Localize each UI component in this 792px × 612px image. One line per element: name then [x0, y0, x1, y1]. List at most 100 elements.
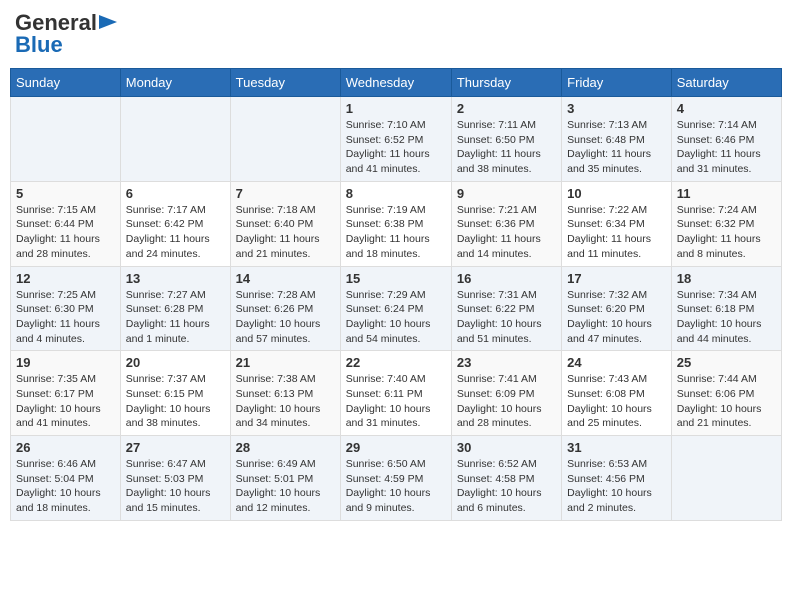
- calendar-day-cell: [230, 97, 340, 182]
- calendar-day-cell: 12 Sunrise: 7:25 AMSunset: 6:30 PMDayligh…: [11, 266, 121, 351]
- calendar-week-row: 26 Sunrise: 6:46 AMSunset: 5:04 PMDayligh…: [11, 436, 782, 521]
- day-info: Sunrise: 7:18 AMSunset: 6:40 PMDaylight:…: [236, 203, 335, 262]
- day-number: 12: [16, 271, 115, 286]
- day-info: Sunrise: 7:32 AMSunset: 6:20 PMDaylight:…: [567, 288, 666, 347]
- day-info: Sunrise: 6:53 AMSunset: 4:56 PMDaylight:…: [567, 457, 666, 516]
- day-info: Sunrise: 7:43 AMSunset: 6:08 PMDaylight:…: [567, 372, 666, 431]
- day-number: 7: [236, 186, 335, 201]
- calendar-header-row: SundayMondayTuesdayWednesdayThursdayFrid…: [11, 69, 782, 97]
- calendar-day-cell: 22 Sunrise: 7:40 AMSunset: 6:11 PMDayligh…: [340, 351, 451, 436]
- page-header: General Blue: [10, 10, 782, 58]
- day-of-week-header: Wednesday: [340, 69, 451, 97]
- calendar-day-cell: [671, 436, 781, 521]
- day-info: Sunrise: 7:25 AMSunset: 6:30 PMDaylight:…: [16, 288, 115, 347]
- day-of-week-header: Tuesday: [230, 69, 340, 97]
- day-number: 30: [457, 440, 556, 455]
- day-number: 8: [346, 186, 446, 201]
- calendar-day-cell: 29 Sunrise: 6:50 AMSunset: 4:59 PMDayligh…: [340, 436, 451, 521]
- day-info: Sunrise: 7:27 AMSunset: 6:28 PMDaylight:…: [126, 288, 225, 347]
- day-info: Sunrise: 6:46 AMSunset: 5:04 PMDaylight:…: [16, 457, 115, 516]
- day-info: Sunrise: 7:19 AMSunset: 6:38 PMDaylight:…: [346, 203, 446, 262]
- day-info: Sunrise: 7:24 AMSunset: 6:32 PMDaylight:…: [677, 203, 776, 262]
- day-info: Sunrise: 7:28 AMSunset: 6:26 PMDaylight:…: [236, 288, 335, 347]
- day-number: 22: [346, 355, 446, 370]
- day-of-week-header: Thursday: [451, 69, 561, 97]
- day-info: Sunrise: 7:14 AMSunset: 6:46 PMDaylight:…: [677, 118, 776, 177]
- day-number: 17: [567, 271, 666, 286]
- day-number: 6: [126, 186, 225, 201]
- day-number: 29: [346, 440, 446, 455]
- calendar-day-cell: 26 Sunrise: 6:46 AMSunset: 5:04 PMDayligh…: [11, 436, 121, 521]
- day-info: Sunrise: 7:37 AMSunset: 6:15 PMDaylight:…: [126, 372, 225, 431]
- calendar-week-row: 12 Sunrise: 7:25 AMSunset: 6:30 PMDayligh…: [11, 266, 782, 351]
- logo-arrow-icon: [99, 13, 117, 31]
- day-number: 2: [457, 101, 556, 116]
- day-info: Sunrise: 7:10 AMSunset: 6:52 PMDaylight:…: [346, 118, 446, 177]
- day-info: Sunrise: 7:17 AMSunset: 6:42 PMDaylight:…: [126, 203, 225, 262]
- day-number: 23: [457, 355, 556, 370]
- calendar-day-cell: 13 Sunrise: 7:27 AMSunset: 6:28 PMDayligh…: [120, 266, 230, 351]
- day-number: 15: [346, 271, 446, 286]
- calendar-day-cell: 16Sunrise: 7:31 AMSunset: 6:22 PMDayligh…: [451, 266, 561, 351]
- day-number: 10: [567, 186, 666, 201]
- day-number: 4: [677, 101, 776, 116]
- calendar-day-cell: 5 Sunrise: 7:15 AMSunset: 6:44 PMDaylight…: [11, 181, 121, 266]
- day-number: 27: [126, 440, 225, 455]
- day-number: 26: [16, 440, 115, 455]
- day-of-week-header: Sunday: [11, 69, 121, 97]
- day-of-week-header: Monday: [120, 69, 230, 97]
- calendar-day-cell: 19 Sunrise: 7:35 AMSunset: 6:17 PMDayligh…: [11, 351, 121, 436]
- calendar-day-cell: 23 Sunrise: 7:41 AMSunset: 6:09 PMDayligh…: [451, 351, 561, 436]
- calendar-week-row: 19 Sunrise: 7:35 AMSunset: 6:17 PMDayligh…: [11, 351, 782, 436]
- calendar-day-cell: [120, 97, 230, 182]
- calendar-day-cell: 1Sunrise: 7:10 AMSunset: 6:52 PMDaylight…: [340, 97, 451, 182]
- calendar-week-row: 1Sunrise: 7:10 AMSunset: 6:52 PMDaylight…: [11, 97, 782, 182]
- day-number: 13: [126, 271, 225, 286]
- calendar-day-cell: 10 Sunrise: 7:22 AMSunset: 6:34 PMDayligh…: [562, 181, 672, 266]
- calendar-day-cell: 30Sunrise: 6:52 AMSunset: 4:58 PMDayligh…: [451, 436, 561, 521]
- calendar-day-cell: 3 Sunrise: 7:13 AMSunset: 6:48 PMDaylight…: [562, 97, 672, 182]
- calendar-day-cell: 25Sunrise: 7:44 AMSunset: 6:06 PMDayligh…: [671, 351, 781, 436]
- day-info: Sunrise: 6:50 AMSunset: 4:59 PMDaylight:…: [346, 457, 446, 516]
- day-info: Sunrise: 7:40 AMSunset: 6:11 PMDaylight:…: [346, 372, 446, 431]
- day-info: Sunrise: 7:21 AMSunset: 6:36 PMDaylight:…: [457, 203, 556, 262]
- day-number: 16: [457, 271, 556, 286]
- day-info: Sunrise: 7:41 AMSunset: 6:09 PMDaylight:…: [457, 372, 556, 431]
- calendar-day-cell: 11Sunrise: 7:24 AMSunset: 6:32 PMDayligh…: [671, 181, 781, 266]
- calendar-day-cell: 14Sunrise: 7:28 AMSunset: 6:26 PMDayligh…: [230, 266, 340, 351]
- day-number: 5: [16, 186, 115, 201]
- day-info: Sunrise: 7:22 AMSunset: 6:34 PMDaylight:…: [567, 203, 666, 262]
- day-number: 9: [457, 186, 556, 201]
- day-info: Sunrise: 7:15 AMSunset: 6:44 PMDaylight:…: [16, 203, 115, 262]
- calendar-table: SundayMondayTuesdayWednesdayThursdayFrid…: [10, 68, 782, 521]
- calendar-week-row: 5 Sunrise: 7:15 AMSunset: 6:44 PMDaylight…: [11, 181, 782, 266]
- day-of-week-header: Saturday: [671, 69, 781, 97]
- calendar-day-cell: 6 Sunrise: 7:17 AMSunset: 6:42 PMDaylight…: [120, 181, 230, 266]
- day-info: Sunrise: 7:13 AMSunset: 6:48 PMDaylight:…: [567, 118, 666, 177]
- day-of-week-header: Friday: [562, 69, 672, 97]
- calendar-day-cell: 18Sunrise: 7:34 AMSunset: 6:18 PMDayligh…: [671, 266, 781, 351]
- logo: General Blue: [15, 10, 117, 58]
- day-info: Sunrise: 7:29 AMSunset: 6:24 PMDaylight:…: [346, 288, 446, 347]
- calendar-day-cell: 31 Sunrise: 6:53 AMSunset: 4:56 PMDayligh…: [562, 436, 672, 521]
- calendar-day-cell: 7 Sunrise: 7:18 AMSunset: 6:40 PMDaylight…: [230, 181, 340, 266]
- day-number: 19: [16, 355, 115, 370]
- calendar-day-cell: 21Sunrise: 7:38 AMSunset: 6:13 PMDayligh…: [230, 351, 340, 436]
- calendar-day-cell: 2Sunrise: 7:11 AMSunset: 6:50 PMDaylight…: [451, 97, 561, 182]
- day-number: 18: [677, 271, 776, 286]
- day-info: Sunrise: 7:44 AMSunset: 6:06 PMDaylight:…: [677, 372, 776, 431]
- day-number: 3: [567, 101, 666, 116]
- logo-blue: Blue: [15, 32, 63, 58]
- day-number: 31: [567, 440, 666, 455]
- day-info: Sunrise: 7:35 AMSunset: 6:17 PMDaylight:…: [16, 372, 115, 431]
- calendar-day-cell: 15 Sunrise: 7:29 AMSunset: 6:24 PMDayligh…: [340, 266, 451, 351]
- day-info: Sunrise: 7:38 AMSunset: 6:13 PMDaylight:…: [236, 372, 335, 431]
- calendar-day-cell: [11, 97, 121, 182]
- calendar-day-cell: 17 Sunrise: 7:32 AMSunset: 6:20 PMDayligh…: [562, 266, 672, 351]
- day-info: Sunrise: 6:47 AMSunset: 5:03 PMDaylight:…: [126, 457, 225, 516]
- calendar-day-cell: 24 Sunrise: 7:43 AMSunset: 6:08 PMDayligh…: [562, 351, 672, 436]
- day-number: 24: [567, 355, 666, 370]
- calendar-day-cell: 4 Sunrise: 7:14 AMSunset: 6:46 PMDaylight…: [671, 97, 781, 182]
- calendar-day-cell: 20Sunrise: 7:37 AMSunset: 6:15 PMDayligh…: [120, 351, 230, 436]
- calendar-day-cell: 9 Sunrise: 7:21 AMSunset: 6:36 PMDaylight…: [451, 181, 561, 266]
